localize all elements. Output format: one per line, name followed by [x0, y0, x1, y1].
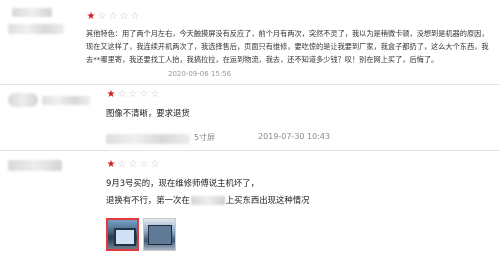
rating-stars: ★ ☆ ☆ ☆ ☆ [106, 90, 160, 100]
product-spec: 5寸屏 [194, 133, 216, 142]
star-empty-icon: ☆ [108, 11, 118, 22]
star-empty-icon: ☆ [130, 11, 140, 22]
star-empty-icon: ☆ [150, 159, 160, 170]
review-text-segment: 上买东西出现这种情况 [225, 195, 310, 205]
review-photo-image [144, 219, 175, 250]
star-empty-icon: ☆ [119, 11, 129, 22]
avatar [8, 160, 62, 171]
divider [0, 84, 500, 85]
rating-stars: ★ ☆ ☆ ☆ ☆ [86, 12, 140, 22]
review-photo-thumbnail[interactable] [106, 218, 139, 251]
star-empty-icon: ☆ [117, 89, 127, 100]
review-text-segment: 退换有不行，第一次在 [106, 195, 190, 205]
star-filled-icon: ★ [106, 89, 116, 100]
star-filled-icon: ★ [106, 159, 116, 170]
product-spec-blurred [106, 134, 190, 144]
avatar [12, 8, 52, 17]
review-text-line-1: 9月3号买的，现在维修师傅说主机坏了， [106, 178, 260, 188]
username-blurred [8, 24, 64, 34]
review-text-line-2: 退换有不行，第一次在 上买东西出现这种情况 [106, 193, 426, 208]
star-empty-icon: ☆ [139, 89, 149, 100]
rating-stars: ★ ☆ ☆ ☆ ☆ [106, 160, 160, 170]
store-name-blurred [190, 196, 225, 205]
star-empty-icon: ☆ [117, 159, 127, 170]
avatar [8, 93, 38, 107]
star-empty-icon: ☆ [97, 11, 107, 22]
star-empty-icon: ☆ [150, 89, 160, 100]
star-empty-icon: ☆ [128, 159, 138, 170]
review-photo-thumbnail[interactable] [143, 218, 176, 251]
star-empty-icon: ☆ [139, 159, 149, 170]
review-text: 图像不清晰，要求退货 [106, 108, 190, 118]
username-blurred [42, 96, 90, 105]
review-date: 2020-09-06 15:56 [168, 70, 232, 78]
review-text: 其他特色：用了两个月左右，今天触摸屏没有反应了，前个月有两次，突然不灵了，我以为… [86, 29, 489, 64]
divider [0, 150, 500, 151]
star-filled-icon: ★ [86, 11, 96, 22]
review-date: 2019-07-30 10:43 [258, 132, 331, 141]
star-empty-icon: ☆ [128, 89, 138, 100]
review-photo-image [108, 220, 137, 249]
